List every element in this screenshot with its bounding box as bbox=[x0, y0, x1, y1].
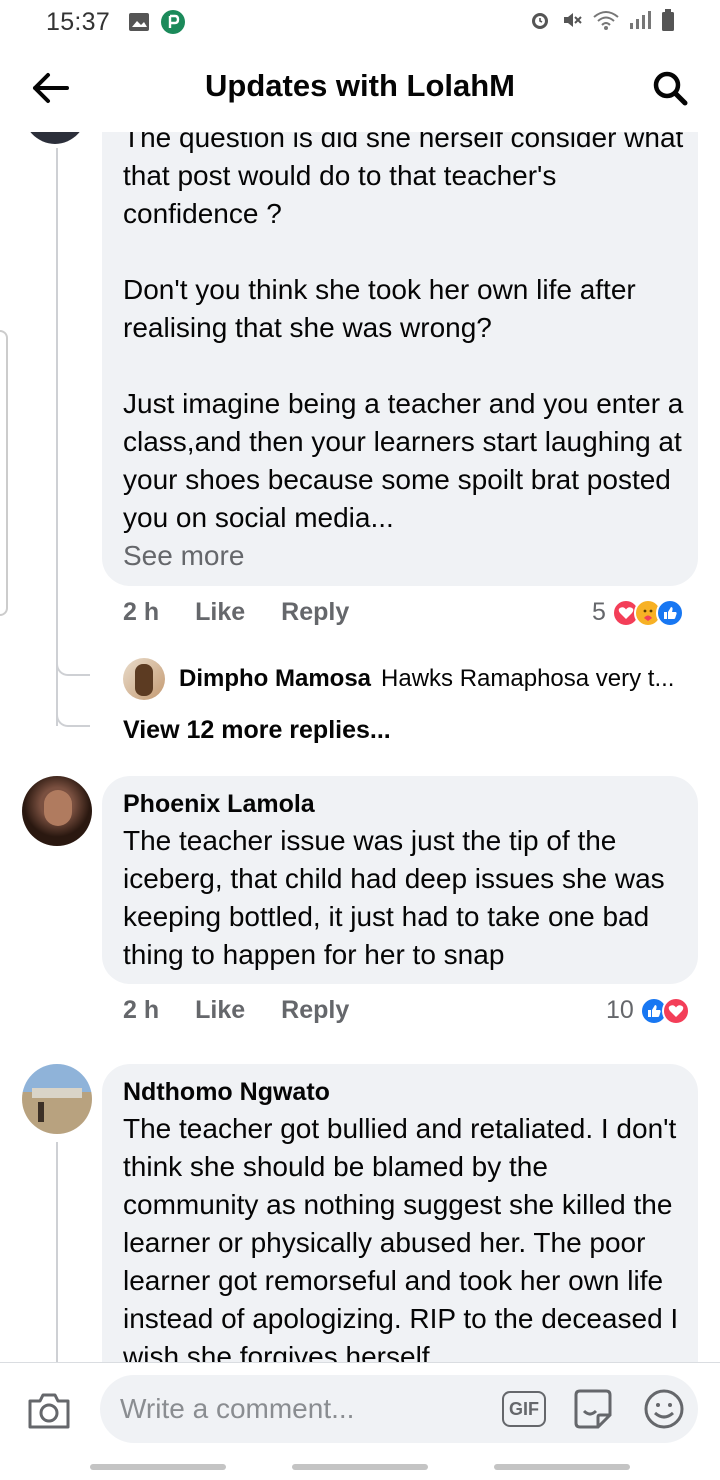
comment-bubble[interactable]: The question is did she herself consider… bbox=[102, 132, 698, 586]
comment-input[interactable] bbox=[120, 1389, 480, 1429]
gif-button[interactable]: GIF bbox=[502, 1391, 546, 1427]
reply-text: Hawks Ramaphosa very t... bbox=[381, 665, 675, 692]
gallery-icon bbox=[129, 13, 150, 31]
comment-time: 2 h bbox=[123, 598, 160, 626]
app-notification-icon bbox=[161, 10, 186, 34]
mute-icon bbox=[564, 13, 582, 27]
comment-actions: 2 h Like Reply bbox=[123, 598, 385, 627]
battery-icon bbox=[662, 9, 674, 31]
nav-back[interactable] bbox=[494, 1464, 630, 1470]
comment-author[interactable]: Phoenix Lamola bbox=[123, 788, 315, 820]
comments-feed[interactable]: The question is did she herself consider… bbox=[0, 132, 720, 1362]
love-icon bbox=[661, 996, 690, 1025]
reply-preview[interactable]: Dimpho Mamosa Hawks Ramaphosa very t... bbox=[123, 658, 674, 700]
view-more-replies-link[interactable]: View 12 more replies... bbox=[123, 716, 391, 745]
search-button[interactable] bbox=[648, 66, 692, 110]
comment-text: The teacher issue was just the tip of th… bbox=[123, 825, 673, 970]
status-time: 15:37 bbox=[46, 7, 111, 36]
system-nav-bar bbox=[0, 1452, 720, 1480]
comment-text: The teacher got bullied and retaliated. … bbox=[123, 1113, 686, 1362]
comment-bubble[interactable]: Ndthomo Ngwato The teacher got bullied a… bbox=[102, 1064, 698, 1362]
comment-bubble[interactable]: Phoenix Lamola The teacher issue was jus… bbox=[102, 776, 698, 984]
reaction-summary[interactable]: 5 bbox=[592, 598, 684, 627]
see-more-link[interactable]: See more bbox=[123, 537, 244, 575]
thread-branch bbox=[56, 658, 90, 676]
comment-author[interactable]: Ndthomo Ngwato bbox=[123, 1076, 330, 1108]
reply-author: Dimpho Mamosa bbox=[179, 665, 372, 692]
sticker-button[interactable] bbox=[570, 1387, 616, 1433]
camera-button[interactable] bbox=[26, 1391, 72, 1431]
emoji-button[interactable] bbox=[642, 1387, 686, 1431]
reaction-summary[interactable]: 10 bbox=[606, 996, 690, 1025]
sticker-icon bbox=[574, 1389, 612, 1429]
page-title: Updates with LolahM bbox=[205, 68, 515, 103]
nav-recent-apps[interactable] bbox=[90, 1464, 226, 1470]
comment-actions: 2 h Like Reply bbox=[123, 996, 385, 1025]
avatar[interactable] bbox=[22, 132, 88, 144]
avatar[interactable] bbox=[22, 1064, 92, 1134]
like-button[interactable]: Like bbox=[195, 598, 245, 627]
reply-button[interactable]: Reply bbox=[281, 598, 349, 627]
avatar[interactable] bbox=[22, 776, 92, 846]
emoji-icon bbox=[644, 1389, 684, 1429]
app-bar: Updates with LolahM bbox=[0, 44, 720, 132]
search-icon bbox=[653, 71, 688, 106]
camera-icon bbox=[28, 1393, 70, 1429]
signal-icon bbox=[630, 11, 651, 29]
reaction-count: 5 bbox=[592, 598, 606, 626]
status-system-icons bbox=[528, 8, 676, 32]
comment-composer: GIF bbox=[0, 1362, 720, 1452]
thread-line bbox=[56, 148, 58, 726]
status-notification-icons bbox=[128, 9, 186, 35]
nav-home[interactable] bbox=[292, 1464, 428, 1470]
wifi-icon bbox=[593, 11, 619, 30]
status-bar: 15:37 bbox=[0, 0, 720, 44]
alarm-icon bbox=[532, 13, 548, 29]
like-button[interactable]: Like bbox=[195, 996, 245, 1025]
thread-line bbox=[56, 1142, 58, 1362]
comment-input-box[interactable]: GIF bbox=[100, 1375, 698, 1443]
like-icon bbox=[655, 598, 684, 627]
thread-branch bbox=[56, 707, 90, 727]
reply-button[interactable]: Reply bbox=[281, 996, 349, 1025]
comment-text: The question is did she herself consider… bbox=[123, 132, 684, 533]
reaction-count: 10 bbox=[606, 996, 634, 1024]
comment-time: 2 h bbox=[123, 996, 160, 1024]
avatar[interactable] bbox=[123, 658, 165, 700]
